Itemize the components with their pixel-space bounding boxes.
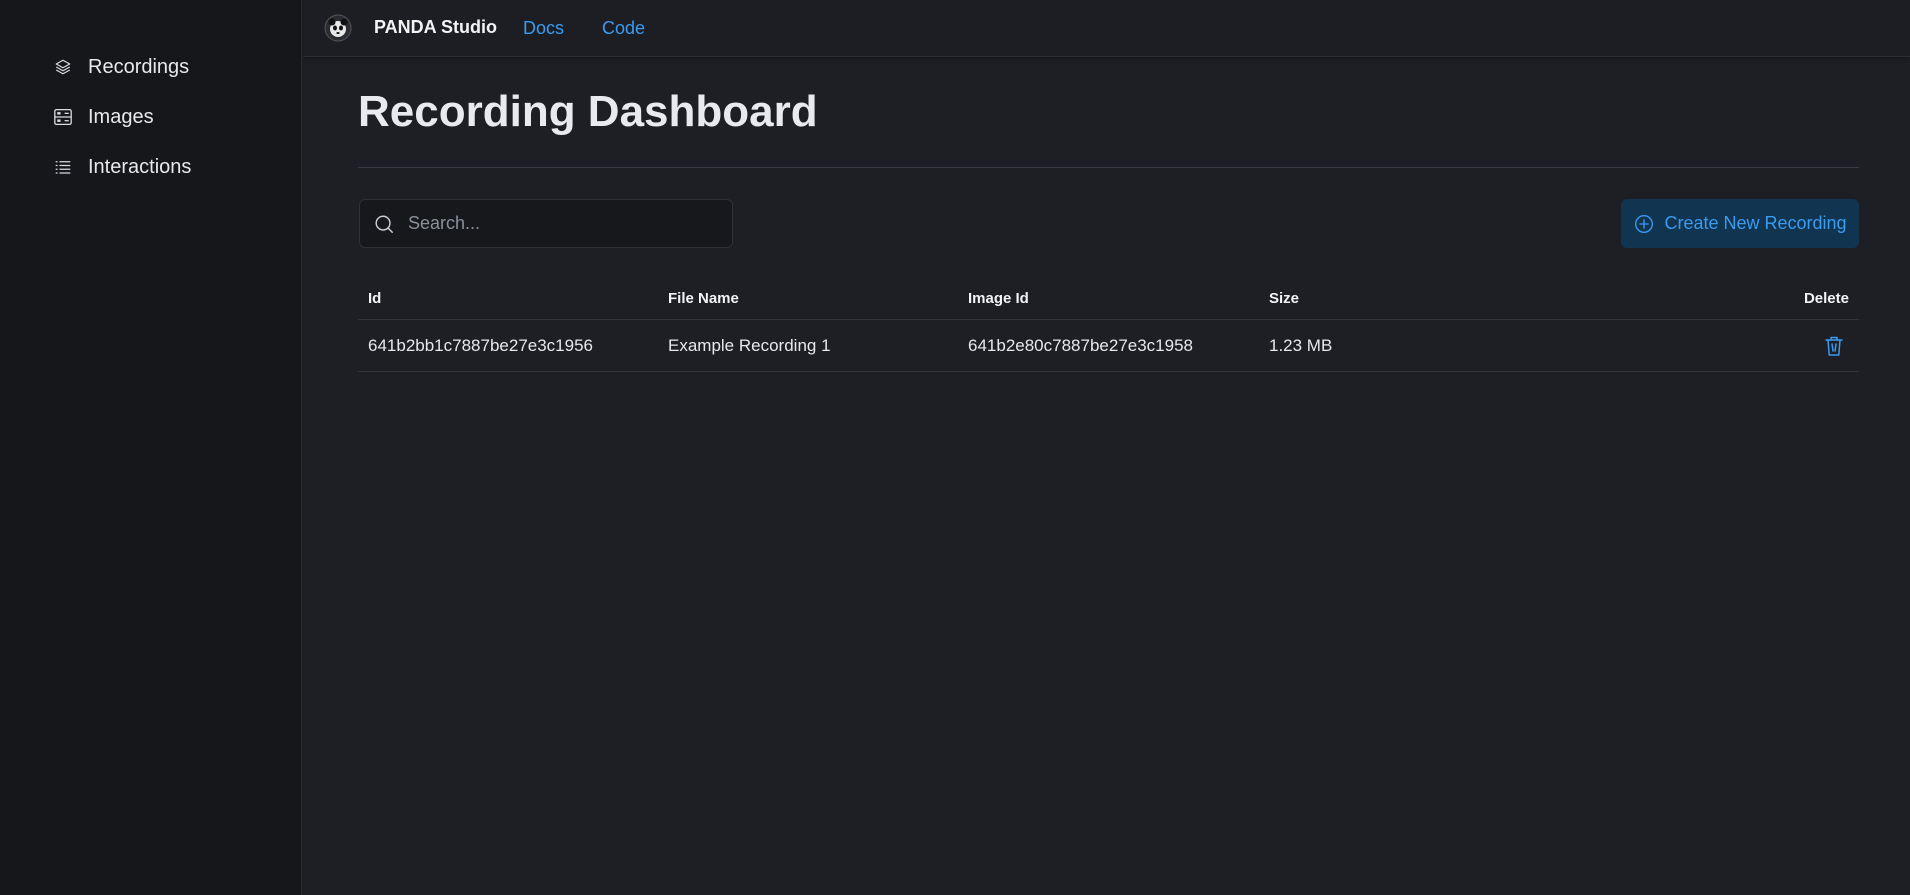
- cell-image-id: 641b2e80c7887be27e3c1958: [968, 335, 1194, 355]
- sidebar-item-images[interactable]: Images: [0, 92, 302, 142]
- cell-delete: [1821, 320, 1849, 371]
- column-header-id[interactable]: Id: [368, 278, 381, 319]
- table-header: Id File Name Image Id Size Delete: [358, 278, 1859, 320]
- create-new-recording-button[interactable]: Create New Recording: [1621, 199, 1859, 248]
- plus-circle-icon: [1633, 213, 1655, 235]
- search-box[interactable]: [359, 199, 733, 248]
- search-icon: [372, 212, 396, 236]
- top-navbar: PANDA Studio Docs Code: [303, 0, 1910, 57]
- sidebar: Recordings Images Interactions: [0, 0, 302, 895]
- layers-icon: [52, 56, 74, 78]
- docs-link[interactable]: Docs: [523, 18, 564, 39]
- server-icon: [52, 106, 74, 128]
- trash-icon[interactable]: [1821, 333, 1847, 359]
- column-header-size[interactable]: Size: [1269, 278, 1299, 319]
- sidebar-nav: Recordings Images Interactions: [0, 42, 302, 192]
- code-link[interactable]: Code: [602, 18, 645, 39]
- column-header-image-id[interactable]: Image Id: [968, 278, 1029, 319]
- sidebar-item-recordings[interactable]: Recordings: [0, 42, 302, 92]
- search-input[interactable]: [406, 212, 710, 235]
- sidebar-item-label: Recordings: [88, 55, 190, 78]
- column-header-file-name[interactable]: File Name: [668, 278, 739, 319]
- sidebar-item-label: Interactions: [88, 155, 192, 178]
- column-header-delete: Delete: [1803, 290, 1849, 307]
- list-icon: [52, 156, 74, 178]
- cell-file-name: Example Recording 1: [668, 335, 831, 355]
- page-title: Recording Dashboard: [358, 87, 818, 136]
- panda-logo-icon[interactable]: [323, 13, 353, 43]
- cell-id: 641b2bb1c7887be27e3c1956: [368, 335, 594, 355]
- brand-name[interactable]: PANDA Studio: [374, 17, 497, 38]
- create-button-label: Create New Recording: [1664, 213, 1847, 233]
- recordings-table: Id File Name Image Id Size Delete 641b2b…: [358, 278, 1859, 372]
- sidebar-item-label: Images: [88, 105, 154, 128]
- divider: [358, 167, 1859, 168]
- cell-size: 1.23 MB: [1269, 335, 1333, 355]
- sidebar-item-interactions[interactable]: Interactions: [0, 142, 302, 192]
- table-row[interactable]: 641b2bb1c7887be27e3c1956 Example Recordi…: [358, 320, 1859, 372]
